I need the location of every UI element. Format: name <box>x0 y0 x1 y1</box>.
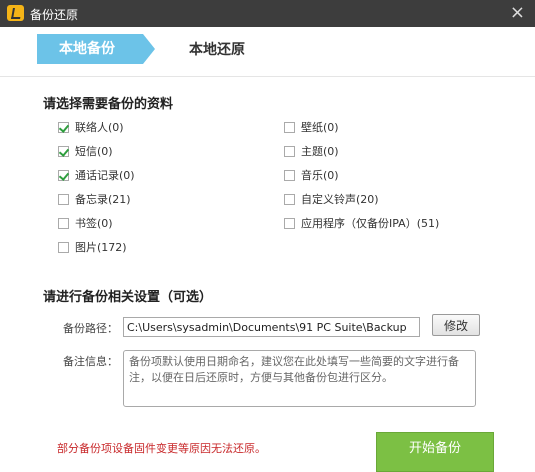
data-item-label: 音乐(0) <box>301 169 339 182</box>
start-backup-button[interactable]: 开始备份 <box>376 432 494 472</box>
backup-path-input[interactable] <box>123 317 420 337</box>
edit-path-button[interactable]: 修改 <box>432 314 480 336</box>
window-title: 备份还原 <box>30 8 79 22</box>
app-logo-icon <box>7 5 24 21</box>
checkbox[interactable] <box>284 122 295 133</box>
checkbox[interactable] <box>58 242 69 253</box>
data-section-title: 请选择需要备份的资料 <box>43 97 174 112</box>
checkbox[interactable] <box>58 218 69 229</box>
close-icon[interactable]: × <box>510 2 525 24</box>
tab-local-restore[interactable]: 本地还原 <box>189 39 245 59</box>
data-item-label: 书签(0) <box>75 217 113 230</box>
data-item-label: 通话记录(0) <box>75 169 135 182</box>
data-item-label: 应用程序（仅备份IPA）(51) <box>301 217 440 230</box>
note-textarea[interactable] <box>123 350 476 407</box>
title-bar: 备份还原 × <box>0 0 535 27</box>
checkbox[interactable] <box>284 146 295 157</box>
checkbox[interactable] <box>284 170 295 181</box>
checkbox-checked[interactable] <box>58 170 69 181</box>
data-item-label: 壁纸(0) <box>301 121 339 134</box>
checkbox[interactable] <box>58 194 69 205</box>
data-item-label: 自定义铃声(20) <box>301 193 379 206</box>
checkbox-checked[interactable] <box>58 122 69 133</box>
data-item-label: 图片(172) <box>75 241 127 254</box>
backup-path-label: 备份路径： <box>63 322 118 335</box>
data-item-label: 短信(0) <box>75 145 113 158</box>
note-label: 备注信息： <box>63 355 118 368</box>
warning-text: 部分备份项设备固件变更等原因无法还原。 <box>57 442 266 455</box>
tab-bar: 本地备份 本地还原 <box>0 27 535 77</box>
checkbox[interactable] <box>284 218 295 229</box>
checkbox[interactable] <box>284 194 295 205</box>
data-item-label: 备忘录(21) <box>75 193 131 206</box>
checkbox-checked[interactable] <box>58 146 69 157</box>
tab-local-backup[interactable]: 本地备份 <box>37 34 155 64</box>
data-item-label: 主题(0) <box>301 145 339 158</box>
data-item-label: 联络人(0) <box>75 121 124 134</box>
settings-section-title: 请进行备份相关设置（可选） <box>43 290 213 305</box>
tab-divider <box>0 76 535 77</box>
